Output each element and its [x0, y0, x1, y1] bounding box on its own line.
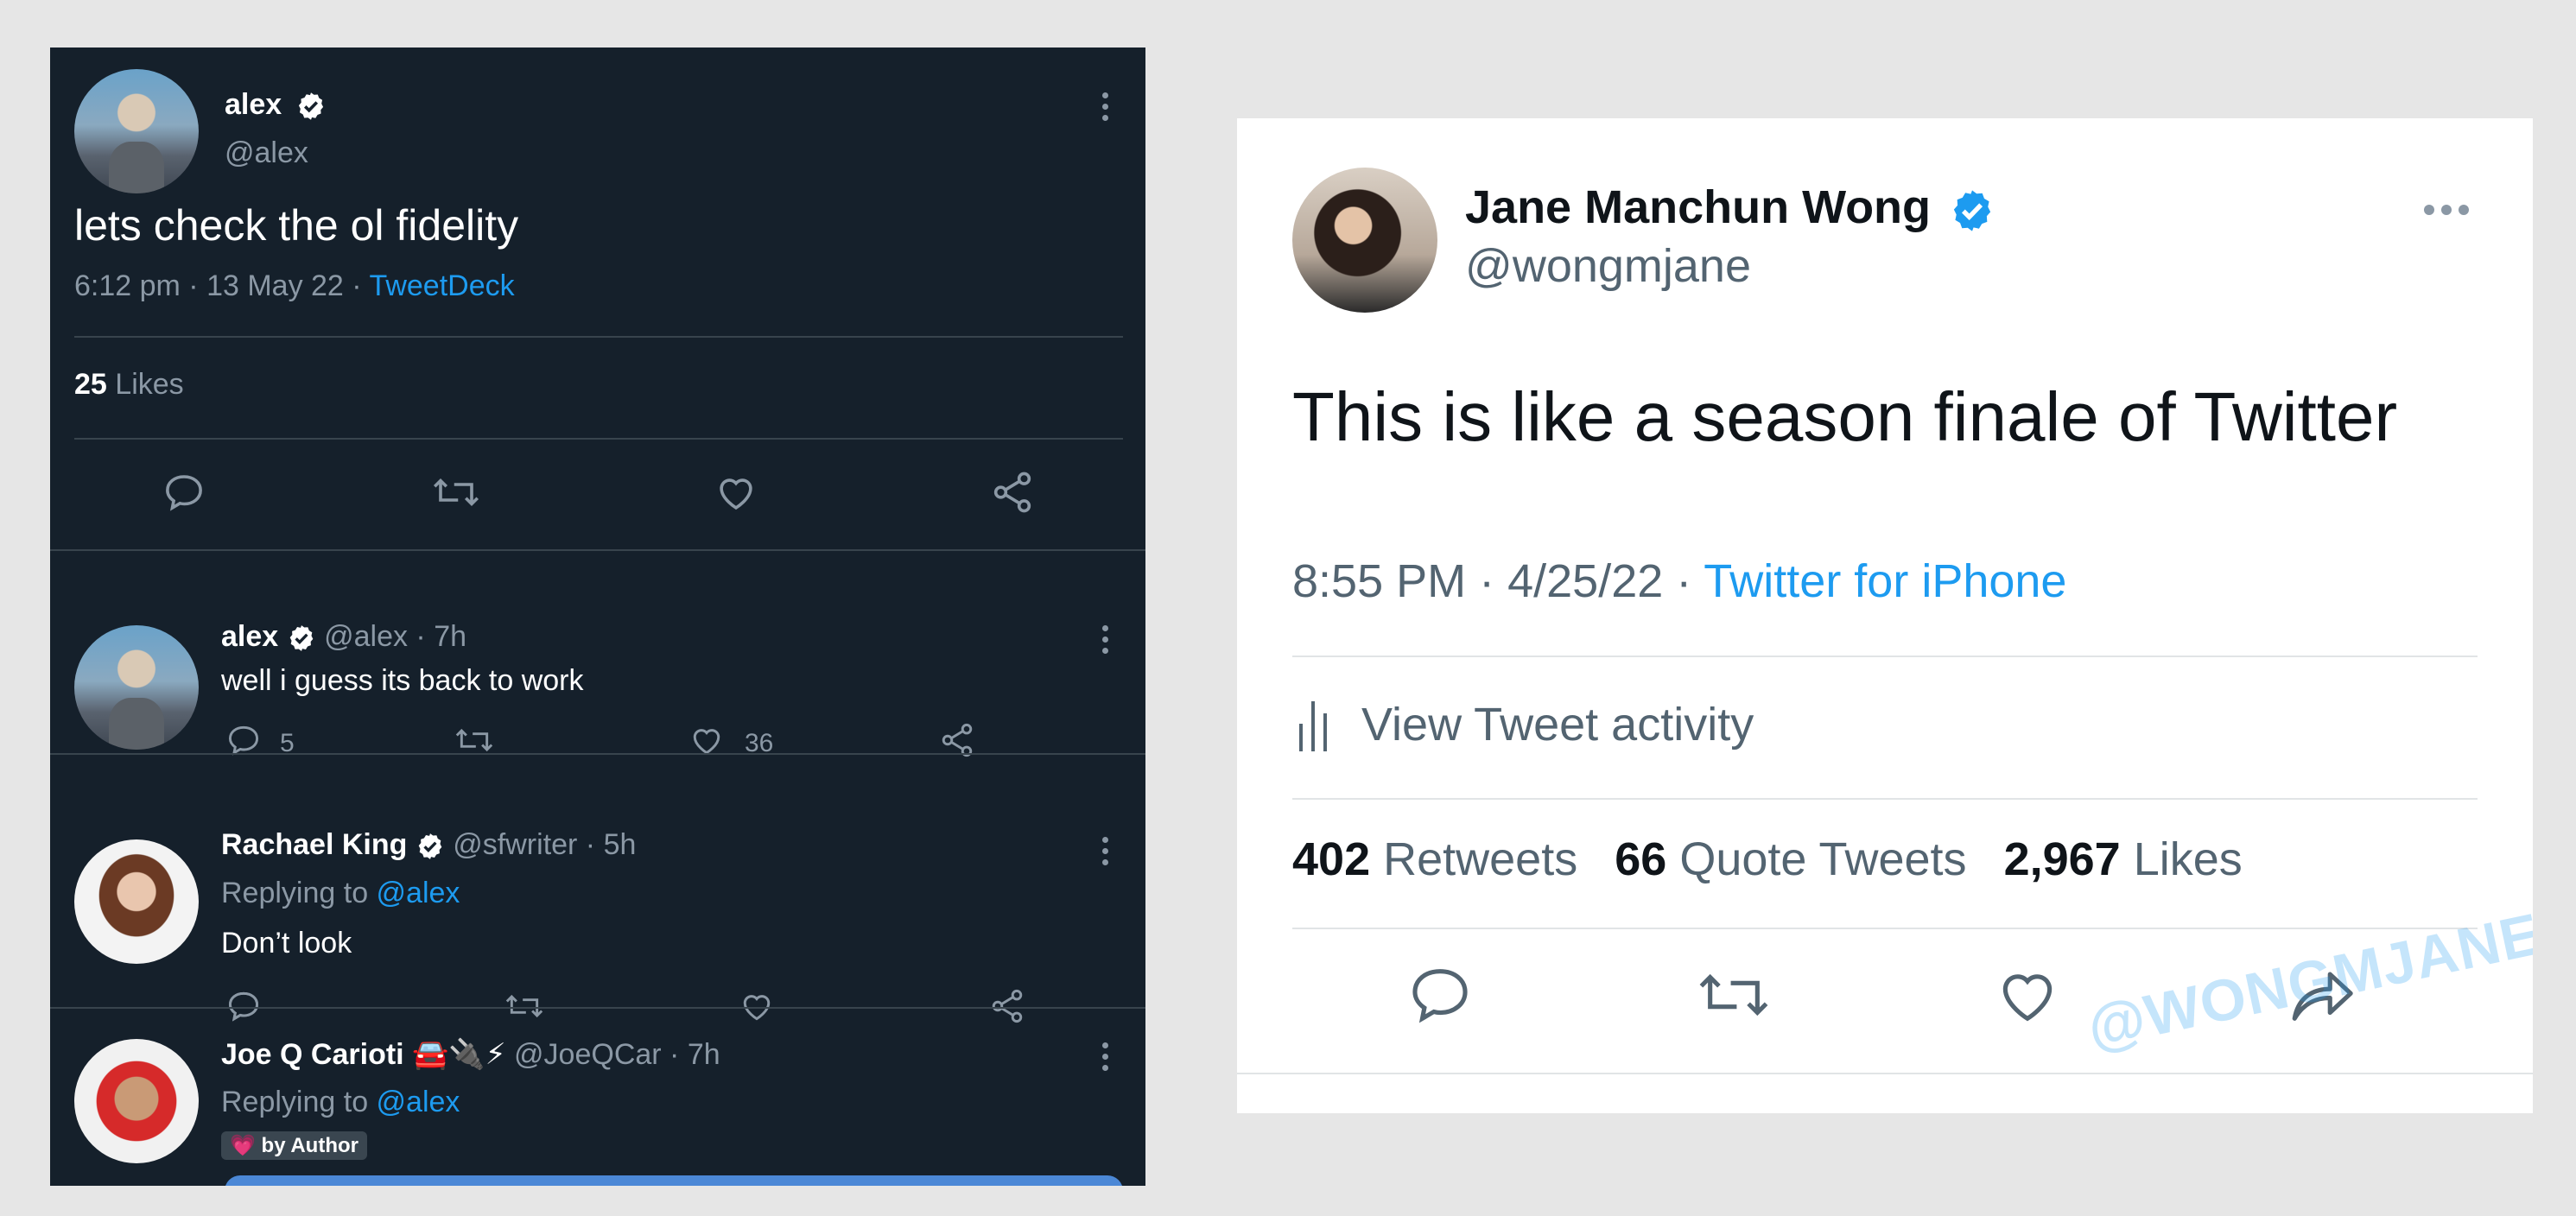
replying-to: Replying to @alex: [221, 877, 460, 910]
reply-header: Rachael King @sfwriter · 5h: [221, 828, 636, 862]
tweet-text: This is like a season finale of Twitter: [1292, 378, 2398, 455]
tweet-timestamp: 8:55 PM · 4/25/22 ·: [1292, 555, 1704, 607]
reply-meta: @alex · 7h: [324, 620, 467, 653]
verified-icon: [418, 833, 442, 859]
likes-count: 25: [74, 368, 107, 401]
more-icon[interactable]: [2421, 201, 2472, 218]
list-item[interactable]: Rachael King @sfwriter · 5h Replying to …: [50, 755, 1145, 1022]
more-icon[interactable]: [1102, 837, 1109, 866]
retweets-label: Retweets: [1383, 833, 1578, 885]
likes-label: Likes: [115, 368, 184, 401]
avatar[interactable]: [74, 625, 199, 750]
replying-to-prefix: Replying to: [221, 877, 377, 909]
view-tweet-activity-label: View Tweet activity: [1361, 699, 1754, 750]
reply-icon[interactable]: [1405, 960, 1475, 1030]
watermark: @WONGMJANE: [2081, 901, 2533, 1061]
like-icon[interactable]: [1992, 960, 2063, 1030]
author-handle[interactable]: @alex: [225, 136, 308, 170]
reply-meta: @sfwriter · 5h: [453, 828, 637, 861]
verified-icon: [298, 92, 323, 120]
divider: [74, 438, 1123, 440]
likes-label: Likes: [2133, 833, 2243, 885]
share-icon[interactable]: [989, 469, 1036, 516]
avatar[interactable]: [1292, 168, 1437, 313]
retweets-stat[interactable]: 402 Retweets: [1292, 833, 1577, 885]
reply-header: alex @alex · 7h: [221, 620, 466, 654]
reply-icon[interactable]: [225, 987, 263, 1025]
author-name[interactable]: Joe Q Carioti 🚘🔌⚡: [221, 1038, 506, 1071]
retweets-count: 402: [1292, 833, 1371, 885]
likes-count: 2,967: [2003, 833, 2121, 885]
retweet-icon[interactable]: [430, 469, 482, 516]
view-tweet-activity[interactable]: View Tweet activity: [1292, 694, 1897, 755]
quote-tweets-count: 66: [1615, 833, 1667, 885]
author-row: alex: [225, 88, 327, 122]
tweet-text: lets check the ol fidelity: [74, 201, 519, 250]
author-handle[interactable]: @wongmjane: [1465, 239, 1751, 293]
replying-to: Replying to @alex: [221, 1086, 460, 1119]
tweet-meta: 6:12 pm · 13 May 22 · TweetDeck: [74, 269, 515, 303]
avatar[interactable]: [74, 1039, 199, 1163]
divider: [50, 1007, 1145, 1009]
tweet-source-link[interactable]: TweetDeck: [369, 269, 514, 302]
likes-stat[interactable]: 2,967 Likes: [2004, 833, 2243, 885]
reply-header: Joe Q Carioti 🚘🔌⚡ @JoeQCar · 7h: [221, 1037, 720, 1072]
verified-icon: [289, 625, 313, 651]
like-icon[interactable]: [738, 987, 776, 1025]
reply-meta: @JoeQCar · 7h: [514, 1038, 720, 1071]
quote-tweets-label: Quote Tweets: [1679, 833, 1967, 885]
engagement-stats: 402 Retweets 66 Quote Tweets 2,967 Likes: [1292, 833, 2243, 886]
light-tweet-card: Jane Manchun Wong @wongmjane This is lik…: [1237, 118, 2533, 1113]
divider: [1292, 928, 2478, 929]
tweet-meta: 8:55 PM · 4/25/22 · Twitter for iPhone: [1292, 554, 2066, 608]
divider: [1237, 1073, 2533, 1074]
divider: [1292, 656, 2478, 657]
analytics-icon: [1299, 701, 1327, 751]
verified-icon: [1953, 190, 1991, 231]
replying-to-link[interactable]: @alex: [377, 877, 460, 909]
more-icon[interactable]: [1102, 625, 1109, 655]
replying-to-prefix: Replying to: [221, 1086, 377, 1118]
author-name[interactable]: alex: [225, 88, 282, 121]
retweet-icon[interactable]: [503, 987, 546, 1025]
tweet-timestamp: 6:12 pm · 13 May 22 ·: [74, 269, 370, 302]
more-icon[interactable]: [1102, 1042, 1109, 1072]
reply-icon[interactable]: [161, 469, 207, 516]
quote-tweets-stat[interactable]: 66 Quote Tweets: [1615, 833, 1966, 885]
tweet-source-link[interactable]: Twitter for iPhone: [1704, 555, 2066, 607]
dark-tweet-thread: alex @alex lets check the ol fidelity 6:…: [50, 48, 1145, 1186]
liked-by-author-badge: 💗 by Author: [221, 1131, 367, 1160]
avatar[interactable]: [74, 69, 199, 193]
more-icon[interactable]: [1102, 92, 1109, 122]
author-name[interactable]: Jane Manchun Wong: [1465, 181, 1931, 233]
reply-text: well i guess its back to work: [221, 664, 584, 697]
avatar[interactable]: [74, 839, 199, 964]
author-row: Jane Manchun Wong: [1465, 180, 1995, 234]
reply-text: Don’t look: [221, 927, 352, 960]
embedded-media-edge: [225, 1175, 1123, 1186]
retweet-icon[interactable]: [1695, 960, 1773, 1030]
replying-to-link[interactable]: @alex: [377, 1086, 460, 1118]
divider: [1292, 798, 2478, 800]
share-icon[interactable]: [988, 987, 1026, 1025]
like-icon[interactable]: [713, 469, 759, 516]
likes-stat[interactable]: 25 Likes: [74, 368, 184, 402]
author-name[interactable]: alex: [221, 620, 278, 653]
author-name[interactable]: Rachael King: [221, 828, 407, 861]
divider: [74, 336, 1123, 338]
